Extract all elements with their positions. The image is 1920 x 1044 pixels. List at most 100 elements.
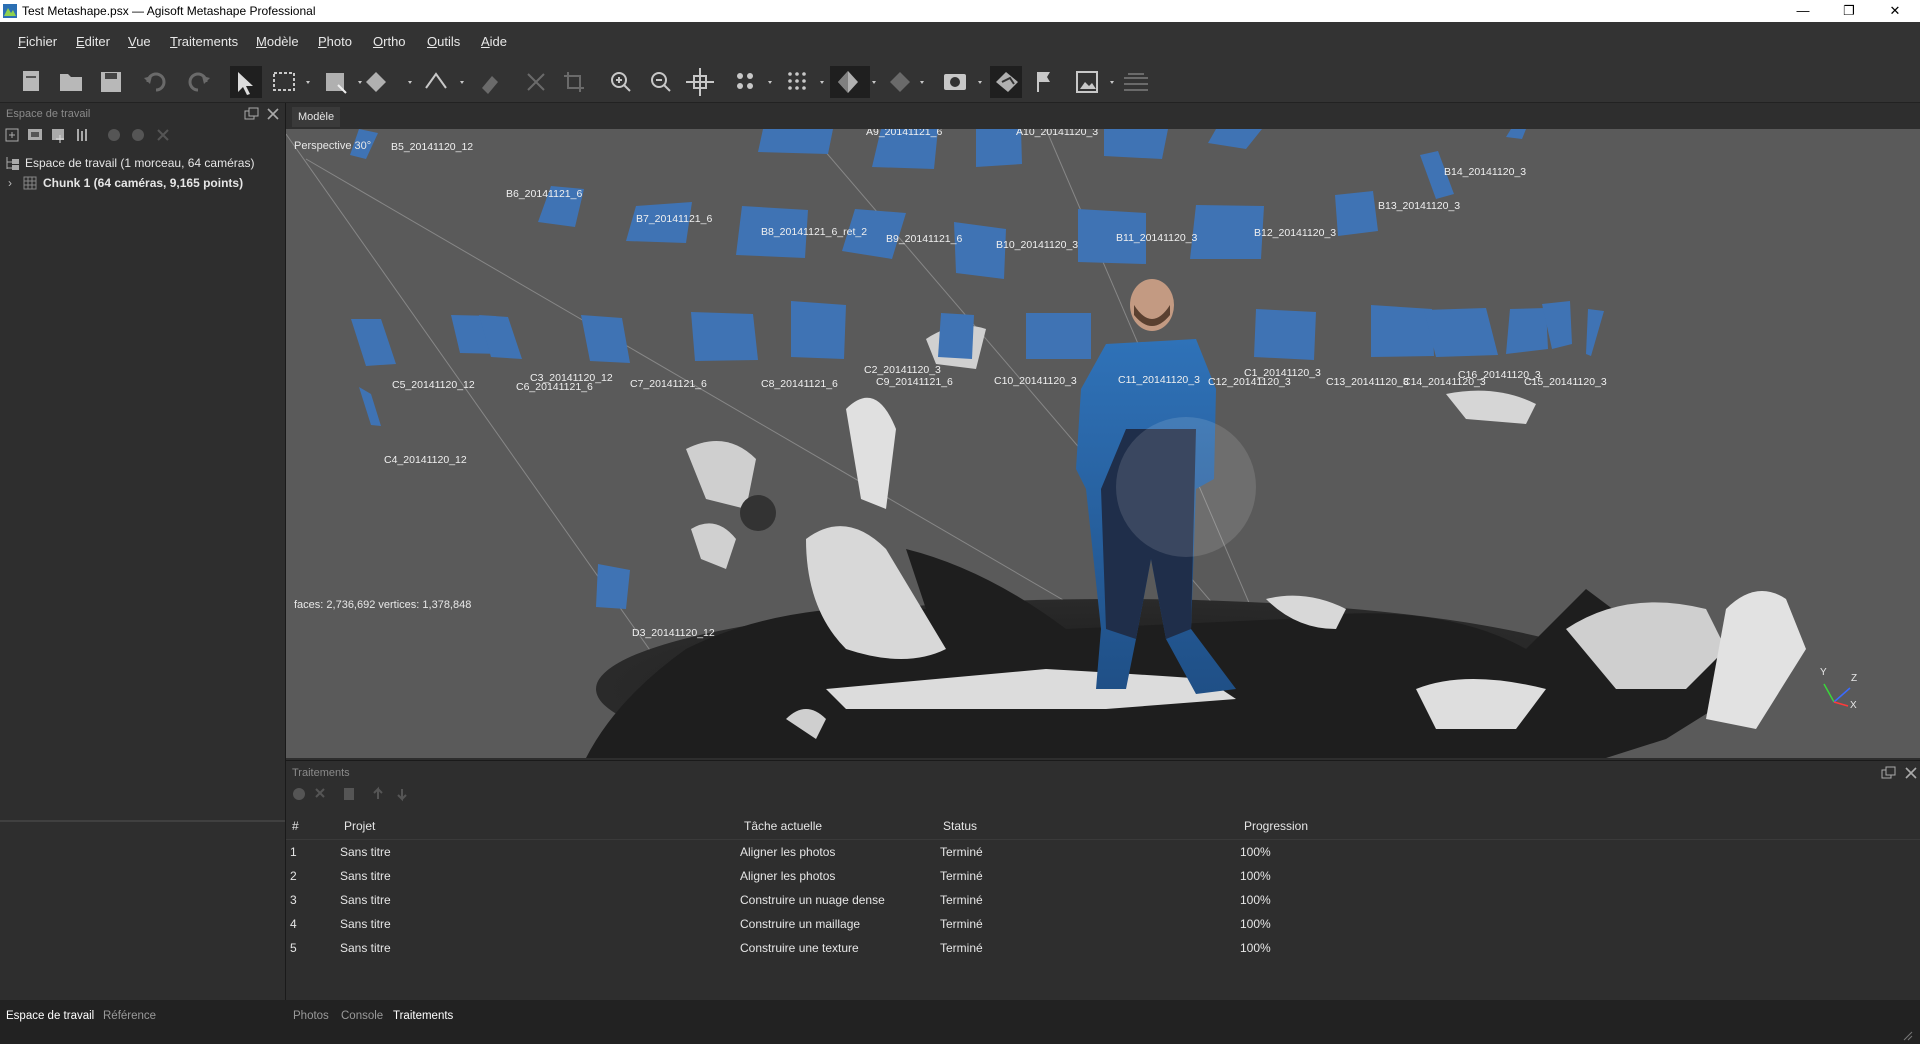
start-job-icon[interactable]	[293, 788, 305, 800]
tree-root[interactable]: Espace de travail (1 morceau, 64 caméras…	[0, 153, 285, 173]
menu-aide[interactable]: Aide	[481, 34, 507, 49]
camera-label[interactable]: B8_20141121_6_ret_2	[761, 226, 867, 238]
resize-grip-icon[interactable]	[1900, 1028, 1916, 1042]
redo-icon[interactable]	[188, 72, 210, 92]
rectangle-selection-icon[interactable]	[273, 72, 310, 91]
minimize-button[interactable]: —	[1780, 0, 1826, 22]
show-points-icon[interactable]	[737, 73, 772, 89]
workspace-panel: Espace de travail Espace de travail (1 m…	[0, 103, 286, 1000]
camera-label[interactable]: D3_20141120_12	[632, 627, 715, 639]
menu-ortho[interactable]: Ortho	[373, 34, 406, 49]
camera-label[interactable]: B6_20141121_6	[506, 188, 582, 200]
panel-divider[interactable]	[0, 820, 285, 822]
table-row[interactable]: 5 Sans titre Construire une texture Term…	[286, 937, 1920, 961]
camera-label[interactable]: A10_20141120_3	[1016, 129, 1098, 138]
tree-chunk-1[interactable]: › Chunk 1 (64 caméras, 9,165 points)	[0, 173, 285, 193]
camera-label[interactable]: C11_20141120_3	[1118, 374, 1200, 386]
expand-arrow-icon[interactable]: ›	[8, 176, 12, 190]
menu-photo[interactable]: Photo	[318, 34, 352, 49]
new-file-icon[interactable]	[23, 71, 39, 91]
menu-fichier[interactable]: Fichier	[18, 34, 57, 49]
camera-label[interactable]: B12_20141120_3	[1254, 227, 1336, 239]
enable-icon[interactable]	[132, 129, 144, 141]
move-down-icon[interactable]	[397, 789, 407, 802]
camera-label[interactable]: C7_20141121_6	[630, 378, 707, 390]
cancel-job-icon[interactable]	[315, 788, 325, 798]
camera-label[interactable]: C10_20141120_3	[994, 375, 1077, 387]
camera-label[interactable]: B13_20141120_3	[1378, 200, 1460, 212]
ruler-icon[interactable]	[425, 72, 464, 89]
move-up-icon[interactable]	[373, 786, 383, 799]
camera-label[interactable]: A9_20141121_6	[866, 129, 942, 138]
camera-label[interactable]: C6_20141121_6	[516, 381, 593, 393]
eraser-icon[interactable]	[482, 76, 498, 94]
camera-label[interactable]: B9_20141121_6	[886, 233, 962, 245]
zoom-out-icon[interactable]	[651, 72, 671, 92]
maximize-button[interactable]: ❐	[1826, 0, 1872, 22]
remove-job-icon[interactable]	[344, 788, 354, 800]
undock-icon[interactable]	[244, 107, 260, 121]
tab-jobs[interactable]: Traitements	[393, 1010, 453, 1022]
table-row[interactable]: 2 Sans titre Aligner les photos Terminé …	[286, 865, 1920, 889]
tab-model[interactable]: Modèle	[292, 107, 341, 127]
column-project[interactable]: Projet	[344, 819, 375, 833]
table-row[interactable]: 1 Sans titre Aligner les photos Terminé …	[286, 841, 1920, 865]
model-viewport[interactable]: Perspective 30° faces: 2,736,692 vertice…	[286, 129, 1920, 758]
tab-reference[interactable]: Référence	[103, 1010, 156, 1022]
column-progress[interactable]: Progression	[1244, 819, 1308, 833]
close-panel-icon[interactable]	[1904, 766, 1918, 780]
camera-label[interactable]: B5_20141120_12	[391, 141, 473, 153]
camera-label[interactable]: C9_20141121_6	[876, 376, 953, 388]
close-window-button[interactable]: ✕	[1872, 0, 1918, 22]
menu-editer[interactable]: Editer	[76, 34, 110, 49]
delete-selection-icon[interactable]	[527, 73, 545, 91]
save-icon[interactable]	[101, 72, 121, 92]
zoom-in-icon[interactable]	[611, 72, 631, 92]
dense-cloud-icon[interactable]	[788, 72, 824, 90]
camera-label[interactable]: B11_20141120_3	[1116, 232, 1197, 244]
show-images-icon[interactable]	[1076, 71, 1114, 93]
show-region-icon[interactable]	[1124, 73, 1148, 91]
add-marker-icon[interactable]	[52, 129, 64, 143]
camera-label[interactable]: C8_20141121_6	[761, 378, 838, 390]
camera-label[interactable]: B14_20141120_3	[1444, 166, 1526, 178]
menu-traitements[interactable]: Traitements	[170, 34, 238, 49]
add-photos-icon[interactable]	[28, 129, 42, 140]
table-row[interactable]: 3 Sans titre Construire un nuage dense T…	[286, 889, 1920, 913]
menu-vue[interactable]: Vue	[128, 34, 151, 49]
remove-item-icon[interactable]	[157, 129, 169, 141]
tiled-model-icon[interactable]	[890, 72, 924, 92]
camera-label[interactable]: C15_20141120_3	[1524, 376, 1607, 388]
rotation-gizmo[interactable]	[1116, 417, 1256, 557]
add-scalebar-icon[interactable]	[77, 129, 87, 141]
disable-icon[interactable]	[108, 129, 120, 141]
close-panel-icon[interactable]	[266, 107, 280, 121]
tab-workspace[interactable]: Espace de travail	[6, 1010, 94, 1022]
add-chunk-icon[interactable]	[5, 128, 19, 142]
camera-label[interactable]: C2_20141120_3	[864, 364, 941, 376]
resize-region-icon[interactable]	[326, 73, 362, 94]
menu-modele[interactable]: Modèle	[256, 34, 299, 49]
tab-photos[interactable]: Photos	[293, 1010, 329, 1022]
camera-label[interactable]: C5_20141120_12	[392, 379, 475, 391]
camera-label[interactable]: C12_20141120_3	[1208, 376, 1291, 388]
show-markers-icon[interactable]	[1037, 72, 1050, 92]
undo-icon[interactable]	[144, 72, 166, 92]
camera-label[interactable]: B7_20141121_6	[636, 213, 712, 225]
column-task[interactable]: Tâche actuelle	[744, 819, 822, 833]
rotate-object-icon[interactable]	[366, 72, 412, 92]
menu-outils[interactable]: Outils	[427, 34, 460, 49]
camera-label[interactable]: C13_20141120_3	[1326, 376, 1409, 388]
move-object-icon[interactable]	[686, 68, 714, 96]
column-number[interactable]: #	[292, 819, 299, 833]
table-row[interactable]: 4 Sans titre Construire un maillage Term…	[286, 913, 1920, 937]
show-cameras-icon[interactable]	[944, 74, 982, 90]
tab-console[interactable]: Console	[341, 1010, 383, 1022]
column-status[interactable]: Status	[943, 819, 977, 833]
camera-label[interactable]: C4_20141120_12	[384, 454, 467, 466]
open-folder-icon[interactable]	[60, 74, 82, 91]
row-project: Sans titre	[340, 917, 391, 931]
camera-label[interactable]: B10_20141120_3	[996, 239, 1078, 251]
crop-selection-icon[interactable]	[564, 72, 584, 92]
undock-icon[interactable]	[1881, 766, 1897, 780]
